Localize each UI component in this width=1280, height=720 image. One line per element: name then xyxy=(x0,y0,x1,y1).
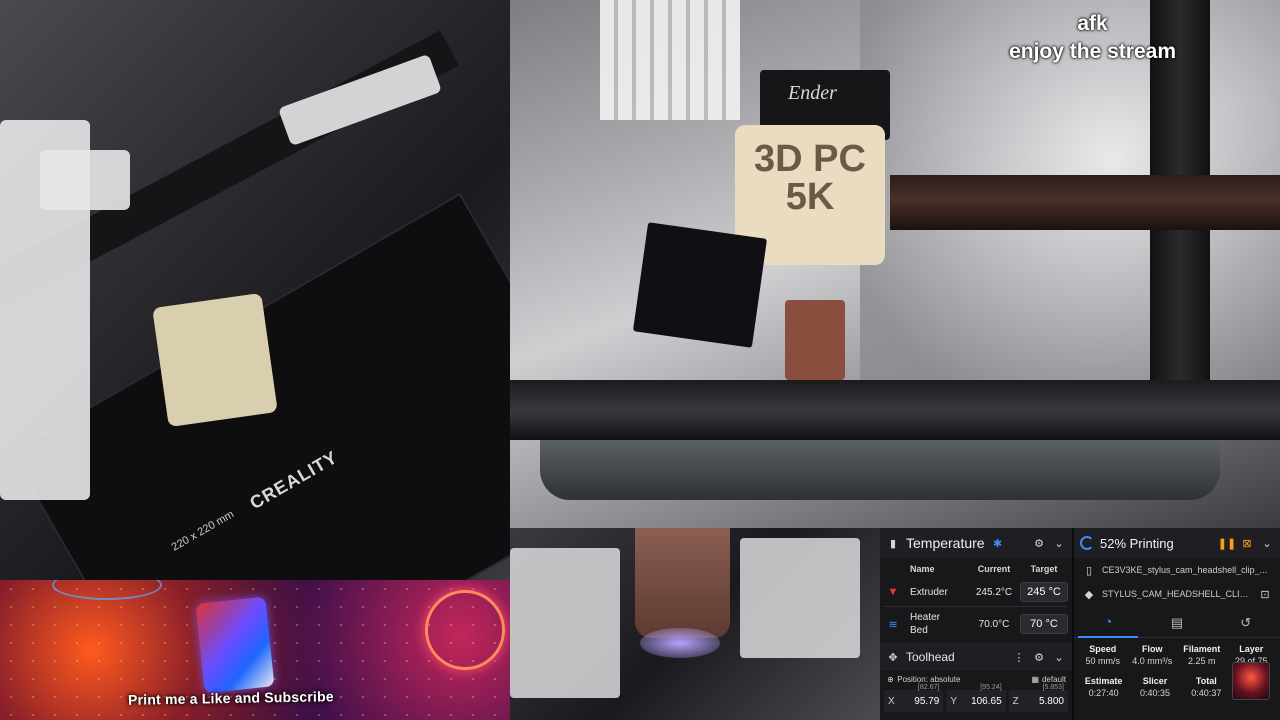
glow-ring xyxy=(425,590,505,670)
target-temp-input[interactable]: 70 °C xyxy=(1020,614,1068,634)
object-row: ◆ STYLUS_CAM_HEADSHELL_CLIP_... ⊡ xyxy=(1074,582,1280,606)
stat-speed: Speed 50 mm/s xyxy=(1085,644,1120,666)
chevron-down-icon[interactable]: ⌄ xyxy=(1052,650,1066,664)
printed-part xyxy=(510,548,620,698)
file-icon: ▯ xyxy=(1085,564,1093,577)
heater-name: Heater Bed xyxy=(910,612,941,636)
nozzle-icon: ▼ xyxy=(887,586,899,598)
status-tabs: ◔ ▤ ↺ xyxy=(1074,608,1280,638)
time-estimate: Estimate 0:27:40 xyxy=(1084,676,1123,698)
hotend xyxy=(785,300,845,380)
x-gantry xyxy=(890,175,1280,230)
column-current: Current xyxy=(977,564,1011,574)
heat-bed-icon: ≋ xyxy=(888,618,898,631)
move-icon: ✥ xyxy=(888,651,898,664)
tab-history[interactable]: ↺ xyxy=(1216,608,1276,638)
temperature-panel: ▮ Temperature ✱ ⚙ ⌄ Name Current Target … xyxy=(880,528,1072,720)
temperature-header: ▮ Temperature ✱ ⚙ ⌄ xyxy=(880,528,1072,558)
more-vertical-icon[interactable]: ⋮ xyxy=(1012,650,1026,664)
gear-icon[interactable]: ⚙ xyxy=(1032,536,1046,550)
profile-label: ▦ default xyxy=(1031,675,1066,684)
cancel-print-icon[interactable]: ⊠ xyxy=(1240,536,1254,550)
document-icon: ▤ xyxy=(1170,614,1184,630)
printed-figure xyxy=(195,596,275,694)
stat-filament: Filament 2.25 m xyxy=(1183,644,1221,666)
time-slicer: Slicer 0:40:35 xyxy=(1139,676,1170,698)
print-status-text: 52% Printing xyxy=(1100,535,1174,551)
print-thumbnail xyxy=(1231,662,1270,700)
object-icon: ◆ xyxy=(1084,588,1094,601)
print-status-panel: 52% Printing ❚❚ ⊠ ⌄ ▯ CE3V3KE_stylus_cam… xyxy=(1072,528,1280,720)
overlay-line-1: afk xyxy=(1077,12,1108,35)
thermometer-icon: ▮ xyxy=(889,537,897,550)
stream-overlay: afk enjoy the stream xyxy=(1009,10,1176,66)
temperature-row-bed: ≋ Heater Bed 70.0°C 70 °C xyxy=(880,607,1072,641)
crosshair-icon: ⊕ xyxy=(887,675,894,684)
snowflake-icon[interactable]: ✱ xyxy=(991,536,1005,550)
file-row: ▯ CE3V3KE_stylus_cam_headshell_clip_... xyxy=(1074,558,1280,582)
current-temp: 245.2°C xyxy=(975,586,1013,598)
stat-flow: Flow 4.0 mm³/s xyxy=(1132,644,1173,666)
nozzle-closeup xyxy=(635,528,730,638)
print-status-header: 52% Printing ❚❚ ⊠ ⌄ xyxy=(1074,528,1280,558)
toolhead-title: Toolhead xyxy=(906,650,955,664)
history-icon: ↺ xyxy=(1240,614,1252,630)
exclude-object-icon[interactable]: ⊡ xyxy=(1258,587,1272,601)
led-glow xyxy=(640,628,720,658)
pause-icon[interactable]: ❚❚ xyxy=(1218,536,1236,550)
coord-x[interactable]: X 95.79 [82.67] xyxy=(884,684,944,712)
print-times: Estimate 0:27:40 Slicer 0:40:35 Total 0:40:… xyxy=(1074,662,1280,700)
object-name: STYLUS_CAM_HEADSHELL_CLIP_... xyxy=(1102,589,1252,599)
current-temp: 70.0°C xyxy=(978,618,1010,630)
bed-plate xyxy=(540,440,1220,500)
temperature-table-header: Name Current Target xyxy=(880,558,1072,578)
file-name: CE3V3KE_stylus_cam_headshell_clip_... xyxy=(1102,565,1268,575)
column-name: Name xyxy=(910,564,935,574)
column-target: Target xyxy=(1030,564,1058,574)
coord-z[interactable]: Z 5.800 [5.853] xyxy=(1008,684,1068,712)
position-mode: ⊕ Position: absolute xyxy=(887,675,961,684)
subscribe-banner: Print me a Like and Subscribe xyxy=(0,580,510,720)
toolhead xyxy=(152,292,278,428)
print-bed xyxy=(510,380,1280,440)
toolhead-header: ✥ Toolhead ⋮ ⚙ ⌄ xyxy=(880,643,1072,671)
gauge-icon: ◔ xyxy=(1104,614,1113,629)
adxl-board xyxy=(632,222,768,348)
temperature-title: Temperature xyxy=(906,535,985,551)
printed-part xyxy=(740,538,860,658)
fan-shroud-text: 3D PC 5K xyxy=(754,138,866,218)
target-temp-input[interactable]: 245 °C xyxy=(1020,582,1068,602)
time-total: Total 0:40:37 xyxy=(1191,676,1222,698)
temperature-row-extruder: ▼ Extruder 245.2°C 245 °C xyxy=(880,578,1072,606)
chevron-down-icon[interactable]: ⌄ xyxy=(1052,536,1066,550)
camera-feed-right: Ender 3D PC 5K xyxy=(510,0,1280,528)
overlay-line-2: enjoy the stream xyxy=(1009,40,1176,63)
coordinates: X 95.79 [82.67] Y 106.65 [95.24] Z 5.800… xyxy=(880,684,1072,714)
tab-files[interactable]: ▤ xyxy=(1147,608,1207,638)
progress-spinner-icon xyxy=(1080,536,1094,550)
printed-mount xyxy=(40,150,130,210)
gear-icon[interactable]: ⚙ xyxy=(1032,650,1046,664)
position-info: ⊕ Position: absolute ▦ default xyxy=(880,671,1072,684)
stream-frame: CREALITY 220 x 220 mm Ender 3D PC 5K Pri… xyxy=(0,0,1280,720)
camera-feed-left: CREALITY 220 x 220 mm xyxy=(0,0,510,580)
motor-label: Ender xyxy=(788,82,837,104)
heater-name: Extruder xyxy=(910,586,948,598)
coord-y[interactable]: Y 106.65 [95.24] xyxy=(946,684,1006,712)
tab-status[interactable]: ◔ xyxy=(1078,608,1139,638)
cable-chain xyxy=(600,0,740,120)
chevron-down-icon[interactable]: ⌄ xyxy=(1260,536,1274,550)
printed-bracket xyxy=(277,53,443,147)
camera-feed-nozzle xyxy=(510,528,880,720)
grid-icon: ▦ xyxy=(1031,675,1040,684)
